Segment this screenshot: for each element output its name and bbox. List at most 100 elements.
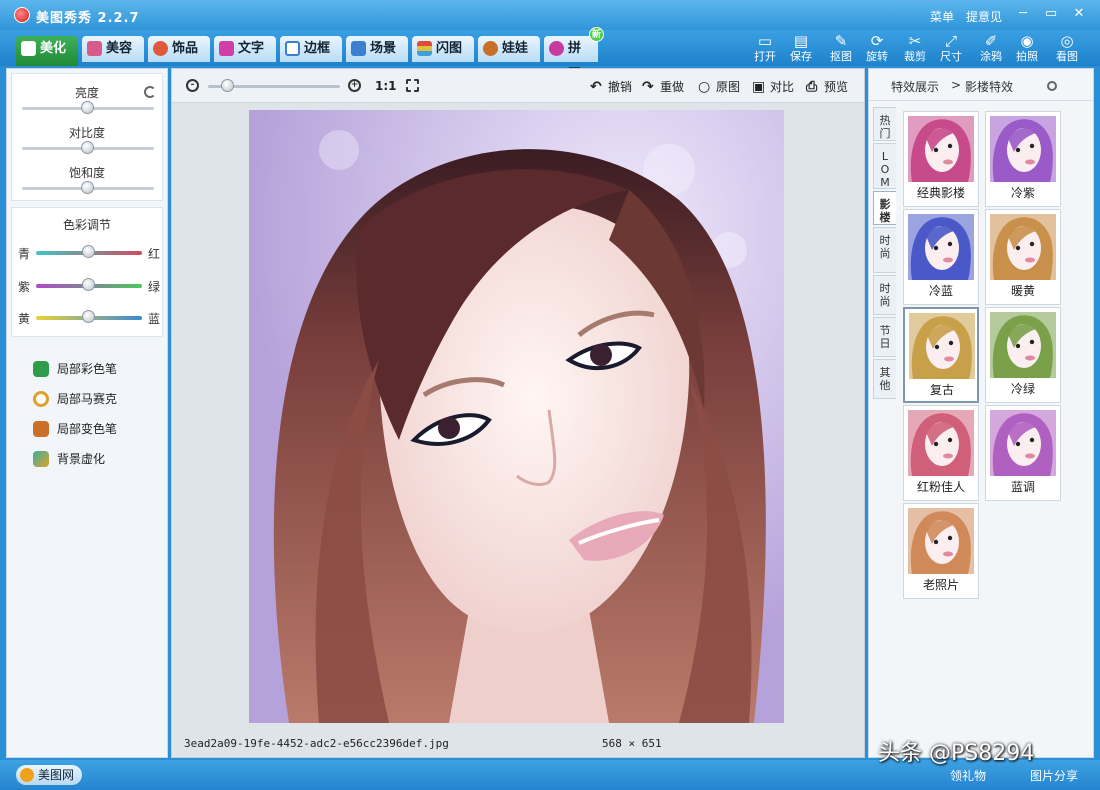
resize-button[interactable]: ⤢ 尺寸 — [936, 32, 966, 66]
original-button[interactable]: ○ 原图 — [698, 78, 740, 96]
zoom-knob[interactable] — [220, 79, 234, 92]
view-button[interactable]: ◎ 看图 — [1052, 32, 1082, 66]
tab-text[interactable]: 文字 — [214, 36, 276, 62]
tool-color-brush[interactable]: 局部彩色笔 — [33, 359, 117, 379]
doodle-button[interactable]: ✐ 涂鸦 — [976, 32, 1006, 66]
breadcrumb-separator: > — [951, 78, 962, 92]
effect-preview-image — [908, 214, 974, 280]
app-title: 美图秀秀 2.2.7 — [36, 11, 140, 26]
share-link[interactable]: 图片分享 — [1030, 767, 1078, 784]
title-bar: 美图秀秀 2.2.7 菜单 提意见 ─ ▭ ✕ — [0, 0, 1100, 30]
effect-preview-image — [908, 116, 974, 182]
site-logo-icon — [20, 768, 34, 782]
tool-background-blur[interactable]: 背景虚化 — [33, 449, 105, 469]
compare-button[interactable]: ▣ 对比 — [752, 78, 794, 96]
effect-thumb[interactable]: 冷紫 — [985, 111, 1061, 207]
preview-icon: ⎙ — [806, 79, 818, 95]
undo-button[interactable]: ↶ 撤销 — [590, 78, 632, 96]
tab-flash[interactable]: 闪图 — [412, 36, 474, 62]
preview-button[interactable]: ⎙ 预览 — [806, 78, 848, 96]
tool-mosaic[interactable]: 局部马赛克 — [33, 389, 117, 409]
zoom-in-icon[interactable]: + — [348, 79, 361, 92]
tab-makeup[interactable]: 美容 — [82, 36, 144, 62]
purple-green-knob[interactable] — [82, 278, 95, 291]
effect-thumb[interactable]: 暖黄 — [985, 209, 1061, 305]
contrast-knob[interactable] — [81, 141, 94, 154]
tab-beautify[interactable]: 美化 — [16, 36, 78, 66]
canvas-area: - + 1:1 ↶ 撤销 ↷ 重做 ○ 原图 ▣ 对比 ⎙ 预览 3ead2a0… — [171, 68, 865, 758]
effect-thumb[interactable]: 复古 — [903, 307, 979, 403]
actual-size-button[interactable]: 1:1 — [375, 79, 397, 93]
folder-icon: ▭ — [757, 32, 773, 50]
vtab-fashion-2[interactable]: 时尚 — [873, 275, 896, 315]
close-button[interactable]: ✕ — [1068, 5, 1090, 23]
saturation-knob[interactable] — [81, 181, 94, 194]
restore-button[interactable]: ▭ — [1040, 5, 1062, 23]
redo-button[interactable]: ↷ 重做 — [642, 78, 684, 96]
vtab-fashion[interactable]: 时尚 — [873, 227, 896, 273]
gift-link[interactable]: 领礼物 — [950, 767, 986, 784]
effect-thumb[interactable]: 蓝调 — [985, 405, 1061, 501]
tool-recolor-brush[interactable]: 局部变色笔 — [33, 419, 117, 439]
tab-frame[interactable]: 边框 — [280, 36, 342, 62]
yellow-blue-knob[interactable] — [82, 310, 95, 323]
panel-toggle-icon[interactable] — [1047, 81, 1057, 91]
basic-adjust-section: 亮度 对比度 饱和度 — [11, 73, 163, 201]
view-icon: ◎ — [1060, 32, 1074, 50]
color-adjust-title: 色彩调节 — [62, 218, 111, 232]
tab-accessories[interactable]: 饰品 — [148, 36, 210, 62]
vtab-holiday[interactable]: 节日 — [873, 317, 896, 357]
effect-thumb[interactable]: 红粉佳人 — [903, 405, 979, 501]
cutout-button[interactable]: ✎ 抠图 — [826, 32, 856, 66]
app-logo-icon — [14, 7, 30, 23]
text-icon — [219, 41, 234, 56]
doll-icon — [483, 41, 498, 56]
save-button[interactable]: ▤ 保存 — [786, 32, 816, 66]
effect-thumb[interactable]: 冷蓝 — [903, 209, 979, 305]
effect-label: 红粉佳人 — [916, 480, 965, 494]
camera-icon: ◉ — [1020, 32, 1034, 50]
tab-doll[interactable]: 娃娃 — [478, 36, 540, 62]
color-brush-icon — [33, 361, 49, 377]
vtab-other[interactable]: 其他 — [873, 359, 896, 399]
effect-label: 冷绿 — [1010, 382, 1035, 396]
vtab-studio[interactable]: 影楼 — [873, 191, 896, 225]
feedback-link[interactable]: 提意见 — [966, 8, 1002, 25]
effect-label: 冷紫 — [1010, 186, 1035, 200]
rotate-button[interactable]: ⟳ 旋转 — [862, 32, 892, 66]
watermark: 头条 @PS8294 — [878, 741, 1035, 766]
effect-thumb[interactable]: 经典影楼 — [903, 111, 979, 207]
menu-link[interactable]: 菜单 — [930, 8, 954, 25]
effect-thumb[interactable]: 冷绿 — [985, 307, 1061, 403]
green-label: 绿 — [148, 280, 161, 294]
crop-button[interactable]: ✂ 裁剪 — [900, 32, 930, 66]
effect-preview-image — [908, 508, 974, 574]
tab-collage[interactable]: 拼图 新 — [544, 27, 604, 82]
effect-preview-image — [990, 214, 1056, 280]
save-icon: ▤ — [793, 32, 809, 50]
vtab-hot[interactable]: 热门 — [873, 107, 896, 141]
mosaic-icon — [33, 391, 49, 407]
file-name: 3ead2a09-19fe-4452-adc2-e56cc2396def.jpg — [184, 737, 449, 750]
cyan-red-knob[interactable] — [82, 245, 95, 258]
doodle-icon: ✐ — [984, 32, 998, 50]
effect-preview-image — [990, 312, 1056, 378]
effect-thumb[interactable]: 老照片 — [903, 503, 979, 599]
tab-scene[interactable]: 场景 — [346, 36, 408, 62]
effect-label: 复古 — [929, 383, 954, 397]
reset-icon[interactable] — [144, 86, 156, 98]
portrait-image — [249, 110, 784, 723]
site-button[interactable]: 美图网 — [16, 765, 83, 785]
open-button[interactable]: ▭ 打开 — [750, 32, 780, 66]
minimize-button[interactable]: ─ — [1012, 5, 1034, 23]
camera-button[interactable]: ◉ 拍照 — [1012, 32, 1042, 66]
vtab-lomo[interactable]: LOMO — [873, 143, 896, 202]
edited-photo[interactable] — [249, 110, 784, 723]
frame-icon — [285, 41, 300, 56]
effect-preview-image — [908, 410, 974, 476]
fit-screen-icon[interactable] — [406, 79, 419, 92]
image-dimensions: 568 × 651 — [602, 737, 662, 750]
brightness-knob[interactable] — [81, 101, 94, 114]
breadcrumb-effects[interactable]: 特效展示 — [891, 78, 939, 95]
zoom-out-icon[interactable]: - — [186, 79, 199, 92]
